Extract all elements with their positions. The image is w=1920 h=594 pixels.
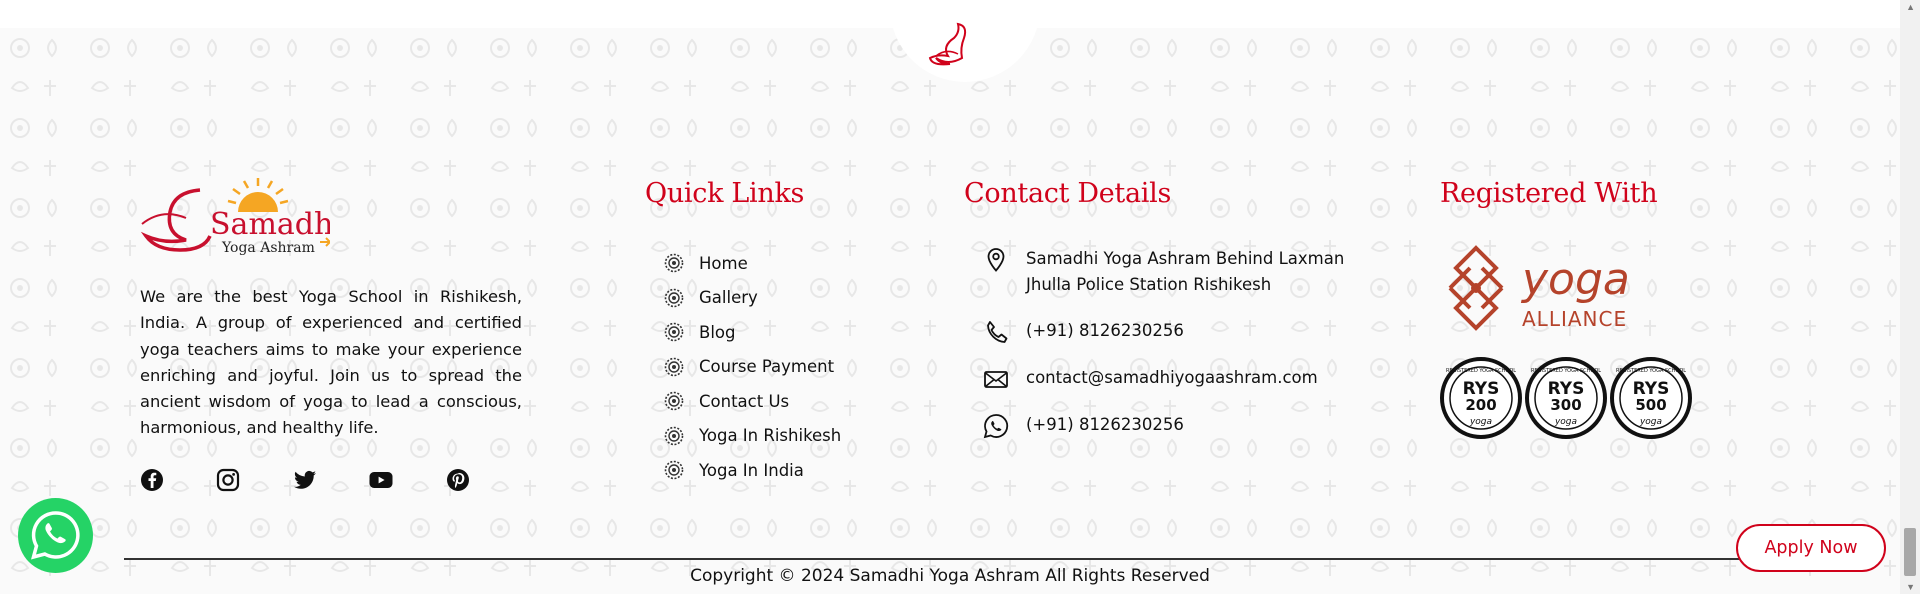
address-line-1: Samadhi Yoga Ashram Behind Laxman [1026,249,1345,268]
contact-phone[interactable]: (+91) 8126230256 [982,318,1184,346]
phone-number: (+91) 8126230256 [1026,321,1184,340]
badge-sub: yoga [1639,417,1662,427]
rys-200-badge: REGISTERED YOGA SCHOOL RYS 200 yoga [1440,357,1522,439]
logo-brand-text: Samadhi [210,207,330,242]
whatsapp-number: (+91) 8126230256 [1026,415,1184,434]
email-address: contact@samadhiyogaashram.com [1026,368,1318,387]
quick-link-label: Course Payment [699,357,835,377]
contact-address: Samadhi Yoga Ashram Behind Laxman Jhulla … [982,246,1344,298]
quick-link-label: Gallery [699,288,758,308]
samadhi-logo: Samadhi Yoga Ashram [140,178,330,256]
rys-300-badge: REGISTERED YOGA SCHOOL RYS 300 yoga [1525,357,1607,439]
mandala-bullet-icon [664,460,684,480]
copyright-text: Copyright © 2024 Samadhi Yoga Ashram All… [690,566,1210,586]
facebook-icon[interactable] [140,468,164,492]
about-text: We are the best Yoga School in Rishikesh… [140,287,522,438]
badge-sub: yoga [1554,417,1577,427]
location-pin-icon [987,248,1005,272]
alliance-word-alliance: ALLIANCE [1522,307,1627,331]
contact-details-heading: Contact Details [964,178,1172,209]
badge-level: 200 [1465,396,1496,414]
mandala-bullet-icon [664,391,684,411]
scrollbar-thumb[interactable] [1904,528,1916,576]
quick-link-label: Yoga In Rishikesh [699,426,842,446]
quick-link-gallery[interactable]: Gallery [664,281,841,316]
badge-ring-text: REGISTERED YOGA SCHOOL [1446,368,1516,374]
mandala-bullet-icon [664,357,684,377]
youtube-icon[interactable] [369,468,393,492]
rys-500-badge: REGISTERED YOGA SCHOOL RYS 500 yoga [1610,357,1692,439]
logo-sub-text: Yoga Ashram [221,240,315,256]
yoga-alliance-logo: yoga ALLIANCE [1448,245,1630,331]
quick-link-label: Contact Us [699,391,790,411]
whatsapp-outline-icon [983,414,1009,439]
envelope-icon [984,371,1008,388]
mandala-bullet-icon [664,322,684,342]
address-line-2: Jhulla Police Station Rishikesh [1026,275,1272,294]
swan-icon [928,22,967,66]
badge-level: 500 [1635,396,1666,414]
mandala-bullet-icon [664,426,684,446]
quick-link-yoga-in-india[interactable]: Yoga In India [664,453,841,488]
pinterest-icon[interactable] [446,468,470,492]
mandala-bullet-icon [664,288,684,308]
badge-level: 300 [1550,396,1581,414]
instagram-icon[interactable] [216,468,240,492]
quick-link-yoga-in-rishikesh[interactable]: Yoga In Rishikesh [664,419,841,454]
twitter-icon[interactable] [293,468,317,492]
badge-sub: yoga [1469,417,1492,427]
vertical-scrollbar[interactable]: ▲ ▼ [1900,0,1920,594]
apply-now-button[interactable]: Apply Now [1736,524,1886,572]
scroll-down-arrow-icon[interactable]: ▼ [1906,582,1915,592]
alliance-word-yoga: yoga [1520,254,1630,305]
quick-link-contact-us[interactable]: Contact Us [664,384,841,419]
footer-divider [124,558,1764,560]
phone-icon [987,321,1008,343]
quick-link-blog[interactable]: Blog [664,315,841,350]
contact-whatsapp[interactable]: (+91) 8126230256 [982,412,1184,440]
quick-link-home[interactable]: Home [664,246,841,281]
badge-ring-text: REGISTERED YOGA SCHOOL [1531,368,1601,374]
registered-with-heading: Registered With [1440,178,1658,209]
badge-ring-text: REGISTERED YOGA SCHOOL [1616,368,1686,374]
whatsapp-chat-button[interactable] [18,498,93,573]
quick-link-course-payment[interactable]: Course Payment [664,350,841,385]
quick-link-label: Home [699,253,748,273]
contact-email[interactable]: contact@samadhiyogaashram.com [982,365,1318,393]
quick-links-heading: Quick Links [645,178,805,209]
mandala-bullet-icon [664,253,684,273]
quick-links-list: Home Gallery Blog Course Payment Contact… [664,246,841,488]
scroll-up-arrow-icon[interactable]: ▲ [1906,2,1915,12]
quick-link-label: Blog [699,322,736,342]
quick-link-label: Yoga In India [699,460,804,480]
